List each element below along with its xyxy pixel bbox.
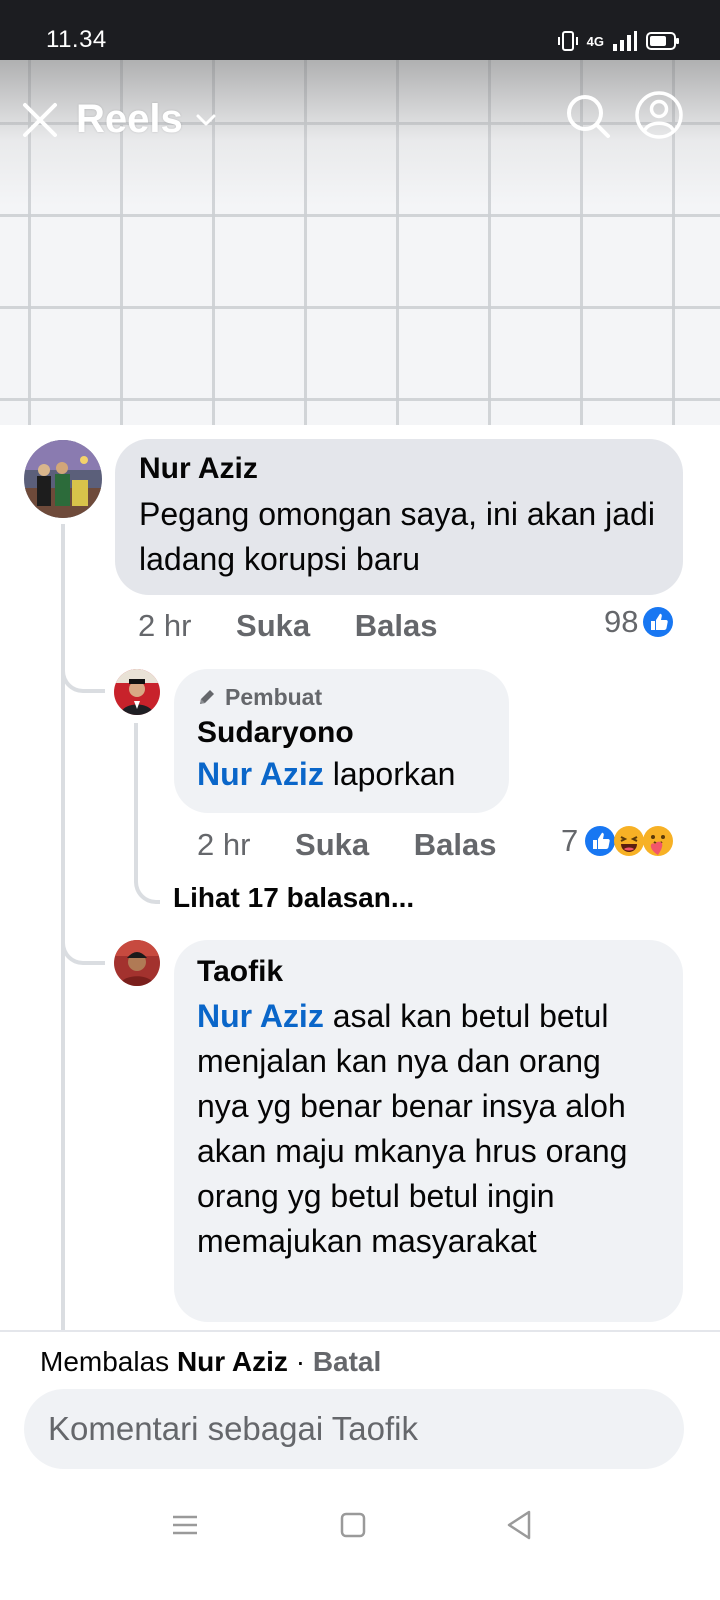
- reply-bubble[interactable]: Pembuat Sudaryono Nur Aziz laporkan: [174, 669, 509, 813]
- signal-icon: [613, 31, 637, 51]
- separator: ·: [295, 1346, 306, 1377]
- back-triangle-icon: [507, 1510, 531, 1540]
- reply-body: asal kan betul betul menjalan kan nya da…: [197, 998, 628, 1259]
- reply-time: 2 hr: [197, 827, 251, 862]
- status-bar: 11.34 4G: [0, 0, 720, 60]
- thread-connector-2: [61, 925, 105, 965]
- haha-reaction-icon: [614, 826, 645, 856]
- reaction-summary[interactable]: 7: [561, 823, 674, 859]
- pencil-icon: [200, 690, 214, 704]
- reaction-count: 98: [604, 604, 639, 639]
- chevron-down-icon: [196, 114, 216, 125]
- close-icon: [23, 103, 57, 137]
- comment-actions: 2 hr Suka Balas: [138, 608, 438, 644]
- replying-to-name: Nur Aziz: [176, 1346, 288, 1377]
- thread-connector-nested: [134, 868, 160, 904]
- status-time: 11.34: [46, 26, 107, 53]
- profile-icon: [635, 91, 683, 139]
- replying-to: Membalas Nur Aziz · Batal: [40, 1346, 381, 1378]
- home-button[interactable]: [339, 1505, 379, 1545]
- view-replies-link[interactable]: Lihat 17 balasan...: [173, 882, 414, 914]
- search-icon: [567, 95, 610, 138]
- close-button[interactable]: [20, 100, 60, 140]
- comment-text: Pegang omongan saya, ini akan jadi ladan…: [139, 496, 655, 577]
- reply-bubble[interactable]: Taofik Nur Aziz asal kan betul betul men…: [174, 940, 683, 1322]
- mention-link[interactable]: Nur Aziz: [197, 756, 324, 792]
- comment-bubble[interactable]: Nur Aziz Pegang omongan saya, ini akan j…: [115, 439, 683, 595]
- back-button[interactable]: [505, 1505, 545, 1545]
- avatar-sudaryono[interactable]: [114, 669, 160, 715]
- reply-text: Nur Aziz asal kan betul betul menjalan k…: [197, 994, 660, 1264]
- status-icons: 4G: [557, 30, 680, 52]
- care-reaction-icon: [643, 826, 674, 856]
- cancel-reply-button[interactable]: Batal: [313, 1346, 381, 1377]
- thread-line-nested: [134, 723, 138, 873]
- reply-button[interactable]: Balas: [414, 827, 497, 862]
- avatar-nur-aziz[interactable]: [24, 440, 102, 518]
- avatar-photo: [114, 669, 160, 715]
- reply-body: laporkan: [323, 756, 456, 792]
- replying-to-prefix: Membalas: [40, 1346, 170, 1377]
- reply-text: Nur Aziz laporkan: [197, 752, 486, 797]
- thread-connector-1: [61, 655, 105, 693]
- like-reaction-icon: [643, 607, 674, 637]
- author-badge: Pembuat: [197, 683, 486, 711]
- like-button[interactable]: Suka: [236, 608, 310, 643]
- reaction-summary[interactable]: 98: [604, 604, 674, 640]
- like-button[interactable]: Suka: [295, 827, 369, 862]
- recent-apps-button[interactable]: [171, 1505, 211, 1545]
- profile-button[interactable]: [634, 90, 684, 140]
- avatar-photo: [24, 440, 102, 518]
- battery-icon: [646, 32, 679, 50]
- page-title: Reels: [76, 97, 183, 141]
- avatar-photo: [114, 940, 160, 986]
- search-button[interactable]: [564, 92, 612, 140]
- reaction-count: 7: [561, 823, 579, 858]
- avatar-taofik[interactable]: [114, 940, 160, 986]
- comment-input[interactable]: [24, 1389, 684, 1469]
- reply-author[interactable]: Taofik: [197, 954, 660, 990]
- reply-button[interactable]: Balas: [355, 608, 438, 643]
- like-reaction-icon: [585, 826, 616, 856]
- network-type-label: 4G: [586, 33, 604, 49]
- reply-author[interactable]: Sudaryono: [197, 715, 486, 751]
- reels-dropdown[interactable]: Reels: [76, 97, 217, 142]
- author-badge-label: Pembuat: [225, 684, 323, 710]
- comment-time: 2 hr: [138, 608, 192, 643]
- vibrate-icon: [557, 31, 578, 51]
- comment-author[interactable]: Nur Aziz: [139, 451, 659, 487]
- menu-icon: [173, 1515, 197, 1535]
- home-square-icon: [340, 1512, 366, 1538]
- reply-actions: 2 hr Suka Balas: [197, 827, 497, 863]
- mention-link[interactable]: Nur Aziz: [197, 998, 324, 1034]
